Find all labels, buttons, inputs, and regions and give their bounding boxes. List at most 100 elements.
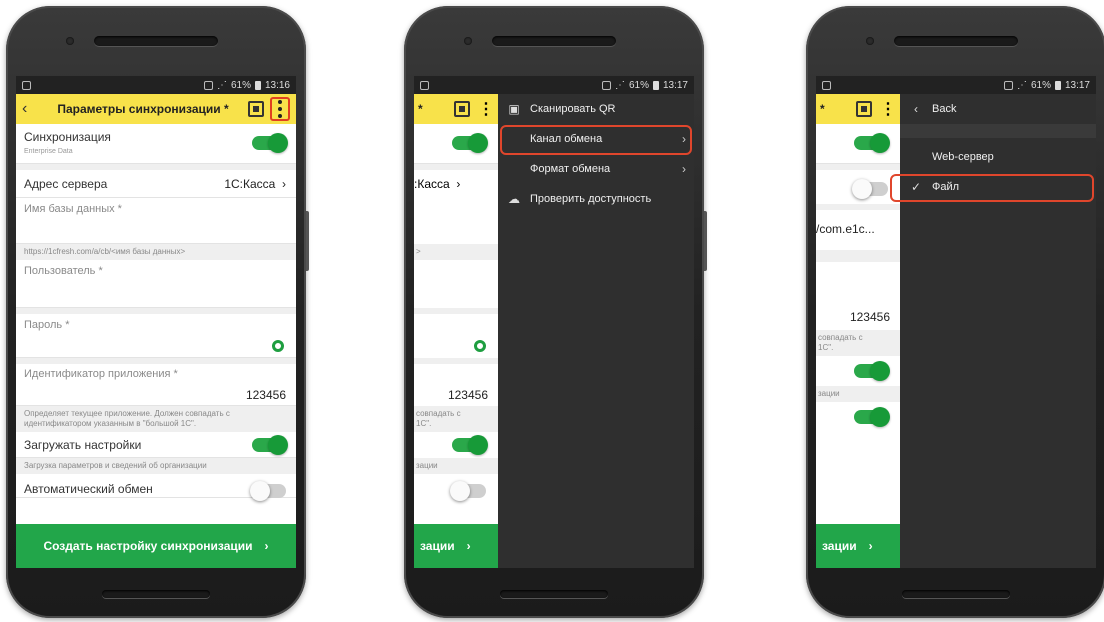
screen-1: ⋰ 61% 13:16 ‹ Параметры синхронизации * … — [16, 76, 296, 568]
status-time: 13:16 — [264, 79, 290, 91]
screen-3: ⋰ 61% 13:17 * ⋮ /com.e1c... 123456 совпа… — [816, 76, 1096, 568]
app-id-label: Идентификатор приложения * — [24, 368, 178, 380]
load-settings-label: Загружать настройки — [24, 438, 142, 452]
user-label: Пользователь * — [24, 265, 103, 277]
option-web-server[interactable]: Web-сервер — [900, 142, 1096, 172]
menu-item-exchange-format[interactable]: Формат обмена › — [498, 154, 694, 184]
channel-toggle — [852, 179, 888, 199]
highlight-frame — [500, 125, 692, 155]
db-name-hint: https://1cfresh.com/a/cb/<имя базы данны… — [16, 244, 296, 260]
phone-3: ⋰ 61% 13:17 * ⋮ /com.e1c... 123456 совпа… — [806, 6, 1104, 618]
back-label: Back — [932, 103, 957, 115]
status-bar: ⋰ 61% 13:17 — [414, 76, 694, 94]
load-settings-toggle — [452, 435, 488, 455]
speaker — [94, 36, 218, 46]
home-slot — [902, 590, 1010, 598]
battery-level: 61% — [628, 79, 649, 91]
menu-item-label: Проверить доступность — [530, 193, 652, 205]
password-field[interactable]: Пароль * — [16, 314, 296, 358]
chevron-right-icon: › — [264, 539, 269, 553]
path-fragment: /com.e1c... — [816, 222, 875, 236]
status-bar: ⋰ 61% 13:16 — [16, 76, 296, 94]
load-settings-row — [414, 432, 498, 458]
auto-exchange-toggle[interactable] — [250, 481, 286, 501]
app-id-field: 123456 — [816, 302, 900, 330]
db-name-field[interactable]: Имя базы данных * — [16, 198, 296, 244]
more-menu-icon: ⋮ — [478, 101, 494, 118]
toggle-on — [854, 361, 890, 381]
page-title: Параметры синхронизации * — [57, 102, 229, 116]
field-row — [816, 262, 900, 302]
db-hint-fragment: > — [414, 244, 498, 260]
submenu-back[interactable]: ‹ Back — [900, 94, 1096, 124]
overflow-menu: ▣ Сканировать QR Канал обмена › Формат о… — [498, 94, 694, 568]
create-sync-label: Создать настройку синхронизации — [43, 539, 253, 553]
image-icon — [822, 80, 831, 90]
menu-item-scan-qr[interactable]: ▣ Сканировать QR — [498, 94, 694, 124]
cloud-icon: ☁ — [508, 192, 520, 206]
toggle-on — [854, 407, 890, 427]
auto-exchange-row — [414, 474, 498, 501]
app-id-field[interactable]: Идентификатор приложения * 123456 — [16, 364, 296, 406]
option-label: Web-сервер — [932, 151, 994, 163]
sync-sub: Enterprise Data — [24, 148, 73, 155]
load-settings-row[interactable]: Загружать настройки — [16, 432, 296, 458]
db-field — [414, 198, 498, 244]
signal-icon: ⋰ — [1016, 79, 1027, 91]
home-slot — [500, 590, 608, 598]
channel-submenu: ‹ Back Web-сервер ✓ Файл — [890, 94, 1096, 568]
load-hint-fragment: зации — [414, 458, 498, 474]
back-arrow-icon[interactable]: ‹ — [22, 100, 44, 118]
auto-exchange-row[interactable]: Автоматический обмен — [16, 474, 296, 501]
create-sync-button: зации › — [816, 524, 900, 568]
home-slot — [102, 590, 210, 598]
title-fragment: * — [820, 102, 825, 116]
image-icon — [420, 80, 429, 90]
status-bar: ⋰ 61% 13:17 — [816, 76, 1096, 94]
menu-item-check-availability[interactable]: ☁ Проверить доступность — [498, 184, 694, 214]
sync-row[interactable]: Синхронизация Enterprise Data — [16, 124, 296, 164]
channel-row — [816, 170, 900, 204]
battery-icon — [1054, 80, 1061, 90]
status-time: 13:17 — [662, 79, 688, 91]
more-menu-icon: ⋮ — [880, 101, 896, 118]
sync-row — [816, 124, 900, 164]
submenu-divider — [900, 124, 1096, 138]
app-id-hint: Определяет текущее приложение. Должен со… — [16, 406, 296, 432]
battery-level: 61% — [1030, 79, 1051, 91]
create-sync-button[interactable]: Создать настройку синхронизации › — [16, 524, 296, 568]
camera — [464, 37, 472, 45]
battery-icon — [254, 80, 261, 90]
app-id-value: 123456 — [245, 388, 286, 402]
qr-scan-icon — [856, 101, 872, 117]
sync-row — [414, 124, 498, 164]
qr-scan-icon[interactable] — [248, 101, 264, 117]
toggle-row-2 — [816, 402, 900, 432]
signal-icon: ⋰ — [614, 79, 625, 91]
qr-icon: ▣ — [508, 102, 520, 116]
chevron-right-icon: › — [682, 162, 686, 176]
sync-toggle[interactable] — [252, 133, 288, 153]
server-fragment: :Касса › — [414, 177, 461, 191]
show-password-icon[interactable] — [272, 340, 284, 352]
app-id-hint-fragment: совпадать с 1С". — [414, 406, 498, 432]
background-form: * ⋮ :Касса › > 123456 совпадать с 1С". з… — [414, 94, 498, 568]
alarm-icon — [203, 80, 213, 90]
camera — [66, 37, 74, 45]
side-button — [704, 211, 707, 271]
more-menu-icon[interactable] — [270, 97, 290, 121]
menu-item-label: Сканировать QR — [530, 103, 616, 115]
server-row: :Касса › — [414, 170, 498, 198]
user-field — [414, 260, 498, 308]
server-label: Адрес сервера — [24, 177, 108, 191]
title-fragment: * — [418, 102, 423, 116]
battery-level: 61% — [230, 79, 251, 91]
server-row[interactable]: Адрес сервера 1С:Касса › — [16, 170, 296, 198]
sync-toggle — [452, 133, 488, 153]
password-label: Пароль * — [24, 319, 70, 331]
load-settings-hint: Загрузка параметров и сведений об органи… — [16, 458, 296, 474]
user-field[interactable]: Пользователь * — [16, 260, 296, 308]
status-time: 13:17 — [1064, 79, 1090, 91]
load-settings-toggle[interactable] — [252, 435, 288, 455]
app-bar: * ⋮ — [414, 94, 498, 124]
